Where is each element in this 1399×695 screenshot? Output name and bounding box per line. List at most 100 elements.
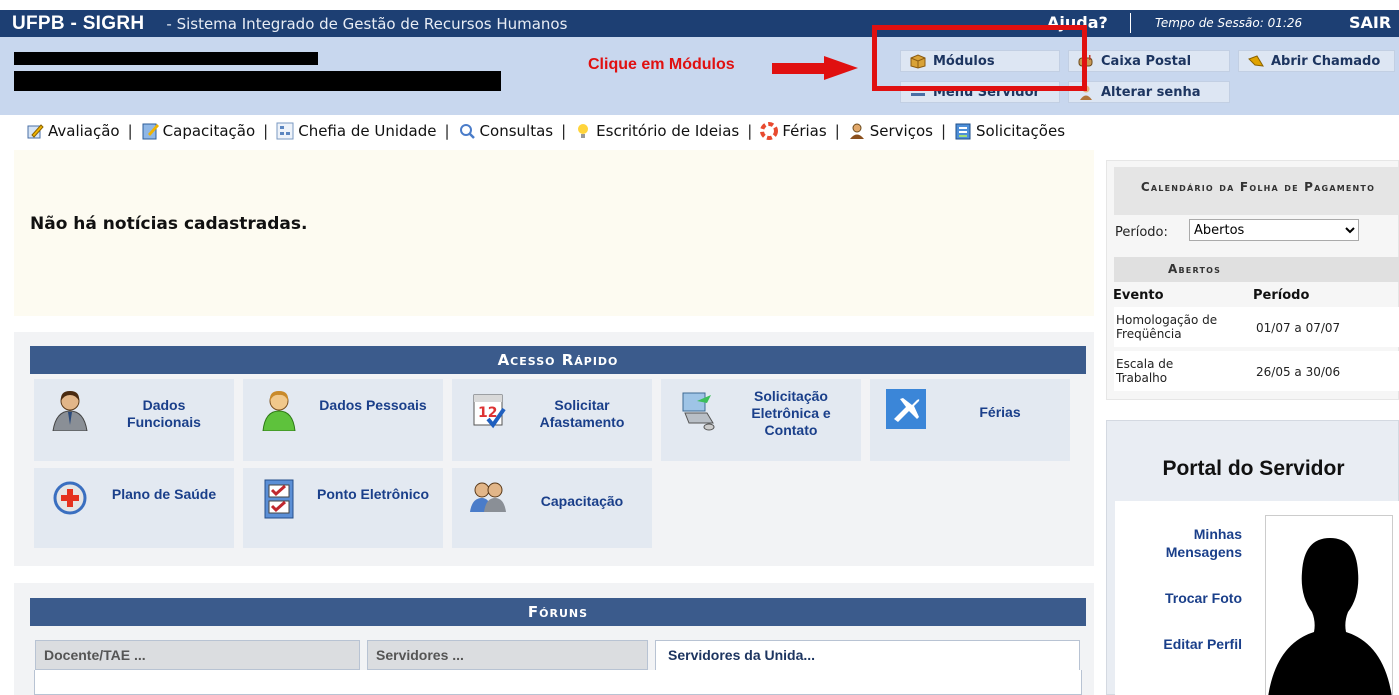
top-bar: UFPB - SIGRH - Sistema Integrado de Gest… — [0, 10, 1399, 37]
menu-separator: | — [834, 122, 840, 140]
quick-item-label: Solicitar Afastamento — [539, 397, 625, 430]
forums-title: Fóruns — [30, 598, 1086, 626]
system-name: - Sistema Integrado de Gestão de Recurso… — [166, 14, 568, 33]
quick-item-label: Capacitação — [540, 493, 624, 509]
computer-icon — [677, 389, 717, 431]
annotation-hint: Clique em Módulos — [588, 56, 735, 73]
news-empty-message: Não há notícias cadastradas. — [30, 214, 308, 234]
quick-item-label: Ponto Eletrônico — [317, 486, 429, 502]
menu-separator: | — [444, 122, 450, 140]
open-section-header: Abertos — [1114, 257, 1399, 282]
quick-item-dados-pessoais[interactable]: Dados Pessoais — [243, 379, 443, 461]
menu-label: Consultas — [479, 122, 554, 140]
group-icon — [468, 478, 508, 520]
profile-photo — [1265, 515, 1393, 695]
quick-access-panel: Acesso Rápido Dados Funcionais Dados Pes… — [14, 332, 1094, 566]
quick-item-dados-funcionais[interactable]: Dados Funcionais — [34, 379, 234, 461]
alterar-senha-label: Alterar senha — [1101, 84, 1201, 100]
menu-separator: | — [561, 122, 567, 140]
quick-item-solicitacao-eletronica[interactable]: Solicitação Eletrônica e Contato — [661, 379, 861, 461]
checklist-icon — [259, 478, 299, 520]
airplane-icon — [886, 389, 926, 431]
quick-item-solicitar-afastamento[interactable]: 12 Solicitar Afastamento — [452, 379, 652, 461]
calendar-row: Escala de Trabalho 26/05 a 30/06 — [1114, 351, 1399, 391]
quick-item-plano-saude[interactable]: Plano de Saúde — [34, 468, 234, 548]
news-panel: Não há notícias cadastradas. — [14, 150, 1094, 316]
menu-item-chefia[interactable]: Chefia de Unidade — [276, 122, 436, 140]
menu-label: Chefia de Unidade — [298, 122, 437, 140]
svg-text:12: 12 — [478, 405, 497, 421]
menu-item-escritorio[interactable]: Escritório de Ideias — [574, 122, 739, 140]
form-icon — [954, 122, 972, 140]
document-icon — [141, 122, 159, 140]
edit-icon — [26, 122, 44, 140]
editar-perfil-link[interactable]: Editar Perfil — [1163, 635, 1242, 653]
calendar-title-box: Calendário da Folha de Pagamento — [1114, 167, 1399, 215]
tab-servidores-unidade[interactable]: Servidores da Unida... — [655, 640, 1080, 670]
alterar-senha-button[interactable]: Alterar senha — [1068, 81, 1230, 103]
quick-item-ponto-eletronico[interactable]: Ponto Eletrônico — [243, 468, 443, 548]
caixa-postal-button[interactable]: Caixa Postal — [1068, 50, 1230, 72]
menu-separator: | — [127, 122, 133, 140]
col-event-header: Evento — [1113, 288, 1164, 303]
logout-link[interactable]: SAIR — [1349, 13, 1391, 32]
event-cell: Escala de Trabalho — [1116, 357, 1174, 385]
quick-item-label: Férias — [979, 404, 1021, 420]
open-section-title: Abertos — [1168, 262, 1222, 276]
menu-label: Solicitações — [976, 122, 1066, 140]
abrir-chamado-button[interactable]: Abrir Chamado — [1238, 50, 1395, 72]
annotation-highlight-box — [872, 25, 1087, 91]
caixa-postal-label: Caixa Postal — [1101, 53, 1192, 69]
quick-item-label: Dados Pessoais — [319, 397, 427, 413]
period-select[interactable]: Abertos — [1189, 219, 1359, 241]
menu-item-avaliacao[interactable]: Avaliação — [26, 122, 120, 140]
session-timer: Tempo de Sessão: 01:26 — [1155, 16, 1303, 30]
menu-separator: | — [940, 122, 947, 140]
org-chart-icon — [276, 122, 294, 140]
system-acronym: UFPB - SIGRH — [12, 12, 145, 34]
minhas-mensagens-link[interactable]: Minhas Mensagens — [1122, 525, 1242, 561]
quick-item-ferias[interactable]: Férias — [870, 379, 1070, 461]
portal-content: Minhas Mensagens Trocar Foto Editar Perf… — [1115, 501, 1399, 695]
menu-item-capacitacao[interactable]: Capacitação — [141, 122, 255, 140]
portal-title: Portal do Servidor — [1162, 457, 1345, 480]
menu-item-ferias[interactable]: Férias — [760, 122, 827, 140]
quick-item-label: Plano de Saúde — [111, 486, 217, 502]
menu-label: Capacitação — [162, 122, 256, 140]
menu-label: Avaliação — [48, 122, 120, 140]
annotation-arrow-head — [824, 56, 858, 80]
user-icon — [848, 122, 866, 140]
period-cell: 01/07 a 07/07 — [1256, 321, 1341, 335]
forum-content — [34, 670, 1082, 695]
search-icon — [458, 122, 476, 140]
event-cell: Homologação de Freqüência — [1116, 313, 1218, 341]
menu-item-solicitacoes[interactable]: Solicitações — [954, 122, 1065, 140]
quick-item-label: Solicitação Eletrônica e Contato — [751, 388, 831, 438]
tab-docente-tae[interactable]: Docente/TAE ... — [35, 640, 360, 670]
header-divider — [1130, 13, 1131, 33]
quick-access-title: Acesso Rápido — [30, 346, 1086, 374]
lightbulb-icon — [574, 122, 592, 140]
calendar-row: Homologação de Freqüência 01/07 a 07/07 — [1114, 307, 1399, 347]
menu-label: Férias — [782, 122, 827, 140]
menu-separator: | — [747, 122, 753, 140]
abrir-chamado-label: Abrir Chamado — [1271, 53, 1381, 69]
period-cell: 26/05 a 30/06 — [1256, 365, 1341, 379]
health-plus-icon — [50, 478, 90, 520]
annotation-arrow — [772, 63, 826, 74]
person-icon — [259, 389, 299, 432]
tab-servidores[interactable]: Servidores ... — [367, 640, 648, 670]
calendar-icon: 12 — [468, 389, 508, 431]
menu-item-servicos[interactable]: Serviços — [848, 122, 933, 140]
menu-item-consultas[interactable]: Consultas — [458, 122, 554, 140]
col-period-header: Período — [1253, 288, 1310, 303]
trocar-foto-link[interactable]: Trocar Foto — [1165, 589, 1242, 607]
menu-label: Serviços — [869, 122, 933, 140]
employee-icon — [50, 389, 90, 432]
quick-item-capacitacao[interactable]: Capacitação — [452, 468, 652, 548]
avatar-silhouette-icon — [1268, 538, 1392, 695]
redacted-user-name — [14, 52, 318, 65]
lifebuoy-icon — [760, 122, 779, 140]
main-menu: Avaliação | Capacitação | Chefia de Unid… — [0, 115, 1399, 147]
menu-separator: | — [263, 122, 269, 140]
